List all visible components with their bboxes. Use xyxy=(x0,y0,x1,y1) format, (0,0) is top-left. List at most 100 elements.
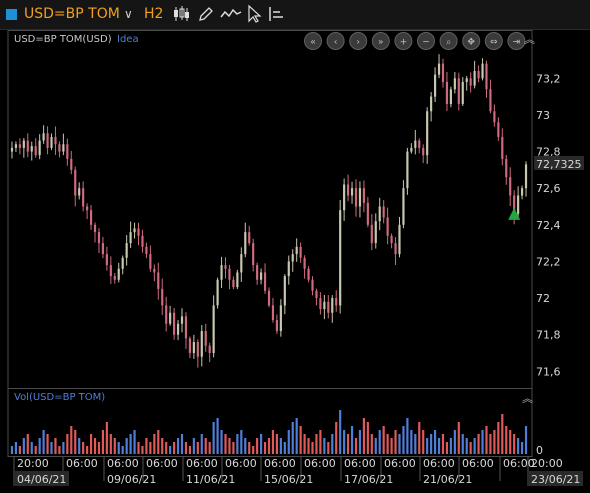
volume-bar xyxy=(343,430,346,454)
volume-bar xyxy=(323,438,326,454)
candle-body xyxy=(287,261,290,277)
volume-bar xyxy=(315,434,318,454)
candle-body xyxy=(141,235,144,247)
candle-body xyxy=(362,188,365,203)
candle-body xyxy=(70,158,73,170)
candle-body xyxy=(465,78,468,82)
symbol-color-swatch xyxy=(6,9,17,20)
volume-bar xyxy=(14,442,18,454)
volume-bar xyxy=(180,434,184,454)
candle-body xyxy=(34,146,37,156)
candle-body xyxy=(62,144,65,152)
interval-selector[interactable]: H2 xyxy=(144,6,163,22)
symbol-name[interactable]: USD=BP TOM xyxy=(24,6,120,22)
candle-body xyxy=(414,140,417,148)
volume-bar xyxy=(346,434,350,454)
volume-bar xyxy=(493,430,496,454)
volume-bar xyxy=(279,438,282,454)
candle-body xyxy=(283,276,286,306)
volume-bar xyxy=(109,434,112,454)
x-date-label: 17/06/21 xyxy=(344,473,393,486)
candle-body xyxy=(279,305,282,332)
volume-bar xyxy=(414,434,417,454)
candle-body xyxy=(192,342,195,354)
candle-body xyxy=(157,272,160,289)
line-style-icon[interactable] xyxy=(219,4,243,24)
volume-bar xyxy=(457,422,460,454)
candle-body xyxy=(105,254,108,266)
volume-bar xyxy=(374,438,377,454)
volume-bar xyxy=(433,430,437,454)
volume-bar xyxy=(97,442,101,454)
candlestick-icon[interactable] xyxy=(171,4,191,24)
volume-bar xyxy=(232,442,235,454)
candle-body xyxy=(390,235,393,244)
candle-body xyxy=(101,243,105,255)
candle-body xyxy=(374,221,377,244)
fast-forward-icon-glyph: » xyxy=(378,38,384,48)
candle-body xyxy=(386,217,389,236)
collapse-volume-icon[interactable]: ︽ xyxy=(522,392,533,405)
volume-bar xyxy=(113,438,116,454)
candle-body xyxy=(117,268,120,280)
candle-body xyxy=(485,63,488,90)
volume-zero-label: 0 xyxy=(536,444,543,457)
candle-body xyxy=(97,232,101,244)
volume-bar xyxy=(477,434,480,454)
candle-body xyxy=(457,78,460,104)
candle-body xyxy=(354,188,358,207)
candle-body xyxy=(10,147,14,152)
candle-body xyxy=(14,144,18,148)
volume-bar xyxy=(327,442,330,454)
candle-body xyxy=(461,81,464,104)
candle-body xyxy=(418,140,421,148)
candle-body xyxy=(244,232,247,255)
candle-body xyxy=(66,144,69,159)
candle-body xyxy=(153,268,156,273)
volume-bar xyxy=(26,434,29,454)
candle-body xyxy=(224,265,227,269)
x-time-label: 06:00 xyxy=(384,457,416,470)
candle-body xyxy=(204,331,207,346)
volume-bar xyxy=(196,442,199,454)
candle-body xyxy=(109,265,112,277)
volume-bar xyxy=(89,434,93,454)
chart-toolbar: USD=BP TOM ∨ H2 xyxy=(0,0,590,30)
pencil-icon[interactable] xyxy=(196,4,216,24)
x-time-label: 06:00 xyxy=(107,457,139,470)
candle-body xyxy=(165,305,168,324)
candle-body xyxy=(216,279,219,306)
volume-bar xyxy=(200,434,203,454)
candle-body xyxy=(410,147,413,152)
volume-bar xyxy=(157,430,160,454)
volume-bar xyxy=(176,438,180,454)
candle-body xyxy=(473,70,476,86)
candle-body xyxy=(469,78,472,86)
x-date-label: 21/06/21 xyxy=(423,473,472,486)
volume-bar xyxy=(378,430,381,454)
volume-bar xyxy=(311,442,314,454)
chevron-down-icon[interactable]: ∨ xyxy=(124,7,133,21)
collapse-panel-icon[interactable]: ︽ xyxy=(524,33,535,46)
volume-bar xyxy=(335,422,338,454)
candle-body xyxy=(339,210,342,306)
candle-body xyxy=(520,188,524,196)
layout-icon[interactable] xyxy=(266,4,286,24)
candle-body xyxy=(311,279,314,291)
volume-bar xyxy=(82,442,85,454)
volume-bar xyxy=(93,438,97,454)
cursor-icon[interactable] xyxy=(244,4,264,24)
candle-body xyxy=(517,195,520,214)
volume-bar xyxy=(117,442,120,454)
candle-body xyxy=(149,254,152,269)
volume-bar xyxy=(524,426,528,454)
volume-bar xyxy=(263,442,267,454)
idea-link[interactable]: Idea xyxy=(117,34,139,45)
volume-bar xyxy=(145,438,148,454)
volume-bar xyxy=(505,426,508,454)
price-chart[interactable]: USD=BP TOM(USD) Idea « ‹ › » + − ⌕ ✥ ⇔ ⇥ ︽ 71,6 71… xyxy=(0,30,590,493)
x-time-label: 06:00 xyxy=(264,457,296,470)
volume-bar xyxy=(469,442,472,454)
volume-bar xyxy=(517,438,520,454)
volume-bar xyxy=(58,446,61,454)
